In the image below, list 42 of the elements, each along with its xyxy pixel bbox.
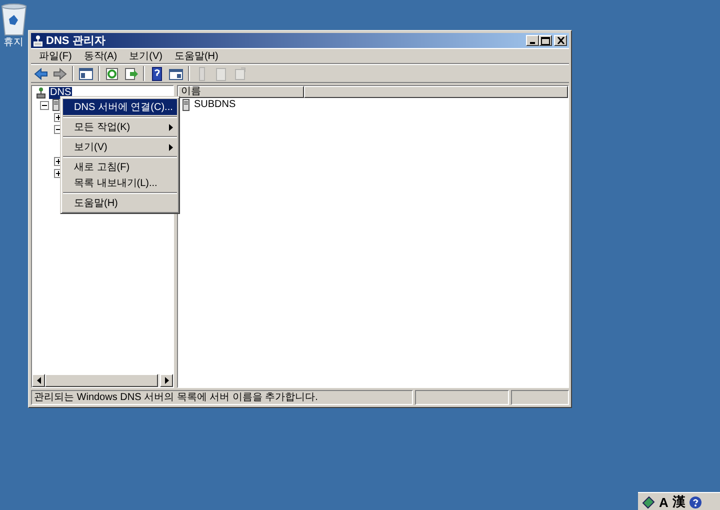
window-title: DNS 관리자 <box>46 34 106 48</box>
menu-item[interactable]: 목록 내보내기(L)... <box>63 175 177 191</box>
collapse-icon[interactable] <box>40 100 49 110</box>
back-arrow-icon[interactable] <box>33 66 49 82</box>
list-item[interactable]: SUBDNS <box>194 99 236 110</box>
maximize-icon <box>541 36 550 44</box>
scroll-left-button[interactable] <box>32 374 45 387</box>
window-pane-icon[interactable] <box>78 66 94 82</box>
menu-item[interactable]: DNS 서버에 연결(C)... <box>63 99 177 115</box>
help-icon[interactable] <box>149 66 165 82</box>
close-button[interactable] <box>554 35 567 46</box>
submenu-arrow-icon <box>168 124 173 130</box>
right-arrow-icon <box>164 377 168 384</box>
scroll-right-button[interactable] <box>160 374 173 387</box>
menu-item[interactable]: 파일(F) <box>33 49 78 63</box>
recycle-bin-icon[interactable] <box>0 3 28 37</box>
status-text: 관리되는 Windows DNS 서버의 목록에 서버 이름을 추가합니다. <box>31 390 413 405</box>
forward-arrow-icon[interactable] <box>52 66 68 82</box>
export-icon[interactable] <box>123 66 139 82</box>
menu-item[interactable]: 모든 작업(K) <box>63 119 177 135</box>
menu-item[interactable]: 보기(V) <box>123 49 168 63</box>
ime-button[interactable]: 漢 <box>672 493 686 510</box>
ime-button[interactable]: A <box>659 494 668 510</box>
minimize-button[interactable] <box>526 35 539 46</box>
maximize-button[interactable] <box>539 35 552 46</box>
column-header[interactable]: 이름 <box>178 86 304 98</box>
server-icon <box>52 99 60 111</box>
submenu-arrow-icon <box>168 144 173 150</box>
menu-item[interactable]: 도움말(H) <box>168 49 224 63</box>
help-icon[interactable] <box>689 496 702 508</box>
close-icon <box>556 37 564 44</box>
menu-item[interactable]: 보기(V) <box>63 139 177 155</box>
refresh-icon[interactable] <box>104 66 120 82</box>
scrollbar-thumb[interactable] <box>45 374 158 387</box>
menu-item[interactable]: 동작(A) <box>78 49 124 63</box>
column-header[interactable] <box>304 86 568 98</box>
icon-label: 휴지 <box>4 37 24 49</box>
left-arrow-icon <box>36 377 40 384</box>
menu-item[interactable]: 새로 고침(F) <box>63 159 177 175</box>
menu-item[interactable]: 도움말(H) <box>63 195 177 211</box>
status-panel <box>511 390 569 405</box>
server-icon <box>182 98 190 110</box>
